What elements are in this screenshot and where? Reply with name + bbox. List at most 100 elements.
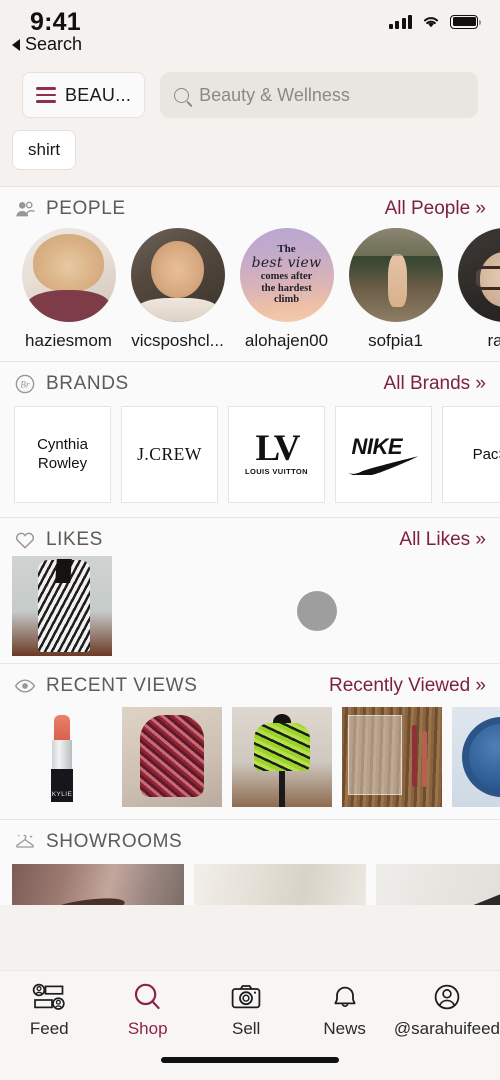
- tab-shop[interactable]: Shop: [98, 982, 196, 1039]
- bell-icon: [334, 986, 356, 1008]
- search-header: BEAU... Beauty & Wellness: [0, 56, 500, 118]
- section-header-brands: Br BRANDS All Brands »: [0, 362, 500, 403]
- loading-spinner: [297, 591, 337, 631]
- section-header-showrooms: SHOWROOMS: [0, 820, 500, 861]
- avatar[interactable]: The best view comes after the hardest cl…: [239, 228, 334, 322]
- person-item[interactable]: haziesmom: [14, 228, 123, 351]
- avatar[interactable]: [130, 228, 225, 322]
- hamburger-menu-icon: [36, 87, 56, 103]
- tab-account[interactable]: @sarahuifeed: [394, 982, 500, 1039]
- section-likes: LIKES All Likes »: [0, 517, 500, 663]
- person-item[interactable]: vicsposhcl...: [123, 228, 232, 351]
- brand-card[interactable]: LV LOUIS VUITTON: [228, 406, 325, 503]
- person-item[interactable]: raira: [450, 228, 500, 351]
- tab-news[interactable]: News: [295, 982, 393, 1039]
- category-filter-label: BEAU...: [65, 84, 132, 105]
- person-name: vicsposhcl...: [131, 331, 224, 350]
- section-title-brands: BRANDS: [46, 373, 129, 394]
- brands-carousel[interactable]: Cynthia Rowley J.CREW LV LOUIS VUITTON N…: [0, 403, 500, 517]
- all-likes-link[interactable]: All Likes »: [399, 529, 486, 551]
- showroom-item[interactable]: [194, 864, 366, 905]
- person-name: haziesmom: [25, 331, 112, 350]
- hanger-sparkle-icon: [16, 834, 34, 848]
- tab-label: Sell: [231, 1019, 261, 1038]
- brands-monogram-icon: Br: [15, 374, 35, 394]
- recent-view-item[interactable]: [452, 707, 500, 807]
- section-header-people: PEOPLE All People »: [0, 187, 500, 228]
- search-input-value: Beauty & Wellness: [199, 84, 350, 105]
- wifi-icon: [423, 17, 439, 28]
- brand-name: Cynthia Rowley: [37, 435, 88, 472]
- all-people-link[interactable]: All People »: [385, 198, 486, 220]
- avatar[interactable]: [348, 228, 443, 322]
- showroom-item[interactable]: [376, 864, 500, 905]
- avatar[interactable]: [457, 228, 500, 322]
- section-header-likes: LIKES All Likes »: [0, 518, 500, 559]
- avatar-quote-line3: comes after the hardest climb: [260, 270, 313, 306]
- avatar-quote-line1: The: [277, 242, 296, 255]
- svg-text:Br: Br: [20, 380, 30, 390]
- brand-card[interactable]: NIKE: [335, 406, 432, 503]
- battery-icon: [450, 14, 482, 29]
- tab-label: News: [323, 1019, 366, 1038]
- brand-name: LOUIS VUITTON: [245, 466, 308, 476]
- brand-name: J.CREW: [137, 444, 202, 464]
- category-filter-button[interactable]: BEAU...: [22, 72, 146, 118]
- search-input[interactable]: Beauty & Wellness: [160, 72, 478, 118]
- brand-monogram: LV: [255, 428, 300, 470]
- tab-label: @sarahuifeed: [393, 1019, 500, 1038]
- section-title-likes: LIKES: [46, 529, 103, 550]
- status-indicators: [388, 8, 482, 29]
- back-label: Search: [25, 34, 83, 54]
- person-item[interactable]: sofpia1: [341, 228, 450, 351]
- recent-views-carousel[interactable]: [0, 705, 500, 819]
- tab-label: Feed: [29, 1019, 69, 1038]
- section-title-people: PEOPLE: [46, 198, 126, 219]
- feed-icon: [32, 983, 65, 1010]
- home-indicator[interactable]: [161, 1057, 339, 1063]
- recent-view-item[interactable]: [12, 707, 112, 807]
- brand-name: PacS: [472, 446, 500, 463]
- recent-view-item[interactable]: [122, 707, 222, 807]
- back-caret-icon: [12, 38, 20, 51]
- person-name: alohajen00: [244, 331, 329, 350]
- section-showrooms: SHOWROOMS: [0, 819, 500, 905]
- heart-icon: [15, 532, 35, 549]
- showroom-item[interactable]: [12, 864, 184, 905]
- people-icon: [16, 201, 35, 217]
- section-title-recent-views: RECENT VIEWS: [46, 675, 198, 696]
- brand-logo-louis-vuitton: LV LOUIS VUITTON: [245, 428, 308, 476]
- eye-icon: [14, 679, 36, 693]
- all-brands-link[interactable]: All Brands »: [384, 373, 486, 395]
- avatar[interactable]: [21, 228, 116, 322]
- status-time: 9:41: [30, 8, 81, 36]
- tab-feed[interactable]: Feed: [0, 982, 98, 1039]
- tab-sell[interactable]: Sell: [197, 982, 295, 1039]
- filter-chip-shirt[interactable]: shirt: [12, 130, 77, 170]
- people-carousel[interactable]: haziesmom vicsposhcl... The best view co…: [0, 228, 500, 361]
- brand-card[interactable]: Cynthia Rowley: [14, 406, 111, 503]
- brand-card[interactable]: J.CREW: [121, 406, 218, 503]
- back-to-search[interactable]: Search: [12, 34, 82, 55]
- tab-label: Shop: [127, 1019, 168, 1038]
- person-item[interactable]: The best view comes after the hardest cl…: [232, 228, 341, 351]
- person-name: raira: [487, 331, 500, 350]
- camera-icon: [231, 985, 261, 1009]
- filter-chip-row: shirt: [0, 118, 500, 186]
- bottom-tab-bar: Feed Shop Sell News @sarahuifeed: [0, 970, 500, 1080]
- like-item[interactable]: [12, 556, 112, 656]
- recent-view-item[interactable]: [232, 707, 332, 807]
- section-header-recent-views: RECENT VIEWS Recently Viewed »: [0, 664, 500, 705]
- nike-swoosh-icon: [347, 455, 418, 475]
- section-title-showrooms: SHOWROOMS: [46, 831, 183, 852]
- showrooms-carousel[interactable]: [0, 861, 500, 905]
- section-brands: Br BRANDS All Brands » Cynthia Rowley J.…: [0, 361, 500, 517]
- recent-view-item[interactable]: [342, 707, 442, 807]
- search-icon: [174, 87, 190, 103]
- section-people: PEOPLE All People » haziesmom vicsposhcl…: [0, 186, 500, 361]
- brand-card[interactable]: PacS: [442, 406, 500, 503]
- likes-carousel[interactable]: [0, 556, 500, 663]
- app-screen: 9:41 Search BEAU... Beauty & Wellness sh…: [0, 0, 500, 1080]
- recently-viewed-link[interactable]: Recently Viewed »: [329, 675, 486, 697]
- account-icon: [434, 984, 460, 1010]
